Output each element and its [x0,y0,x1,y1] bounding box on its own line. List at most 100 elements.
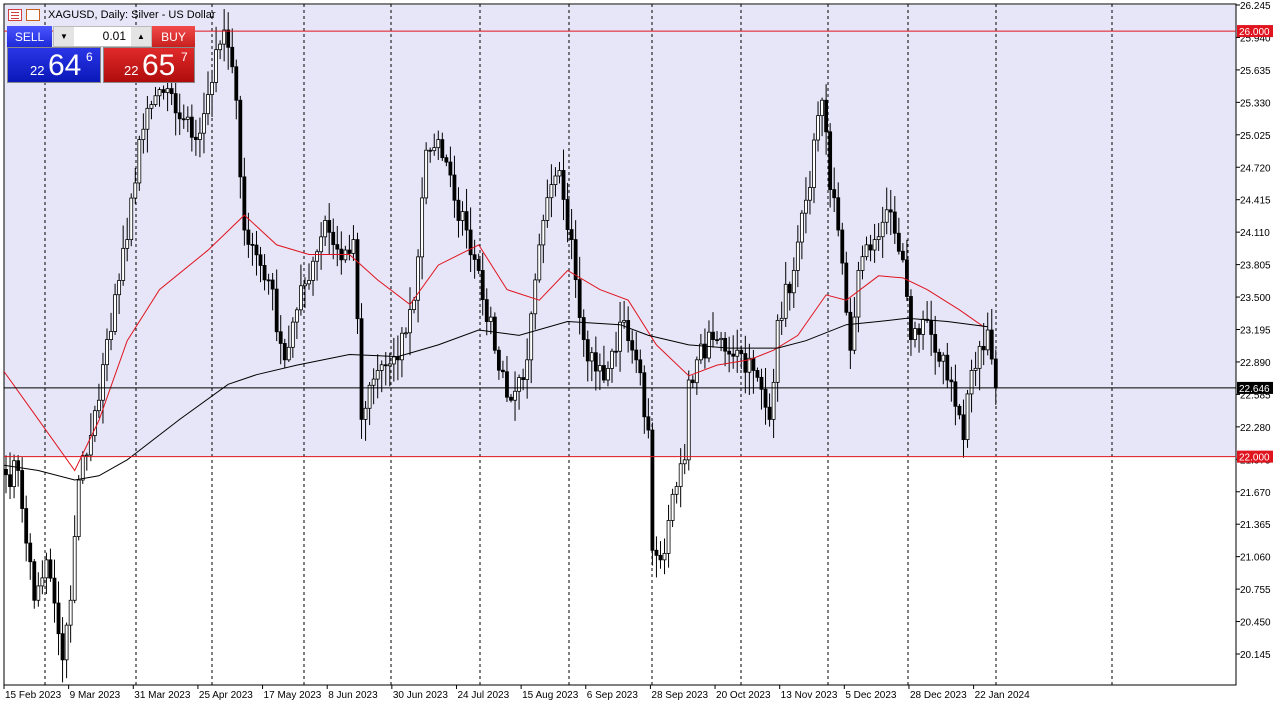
candle-body [299,286,302,310]
level-price-label: 22.000 [1239,453,1270,464]
candle-body [853,317,856,350]
candle-body [388,364,391,366]
candle [85,453,88,471]
ask-big: 65 [142,49,175,83]
y-tick-label: 22.890 [1240,358,1271,369]
candle [49,549,52,582]
candle-body [813,140,816,188]
candle-body [990,330,993,359]
candle-body [312,261,315,280]
list-icon[interactable] [8,9,22,21]
candle [360,303,363,439]
x-tick-label: 6 Sep 2023 [587,690,639,701]
candle-body [918,329,921,335]
candle-body [267,280,270,281]
candle-body [324,220,327,236]
candle-body [243,177,246,230]
candle-body [865,245,868,257]
candle [29,533,32,580]
candle [138,136,141,191]
candle-body [833,190,836,198]
y-tick-label: 26.245 [1240,1,1271,12]
ask-price-button[interactable]: 22 65 7 [103,47,195,83]
volume-stepper[interactable]: ▼ 0.01 ▲ [53,26,152,47]
candle-body [712,332,715,339]
candle-body [897,233,900,251]
candle-body [934,334,937,352]
candle-body [215,50,218,83]
candle-body [316,252,319,262]
candle-body [239,100,242,177]
candle-body [950,380,953,382]
candle-body [522,378,525,380]
price-chart[interactable]: 26.24525.94025.63525.33025.02524.72024.4… [0,0,1286,708]
candle-body [615,351,618,352]
y-tick-label: 22.280 [1240,423,1271,434]
candle-body [13,461,16,487]
candle-body [841,230,844,263]
candle-body [372,379,375,385]
candle-body [905,260,908,297]
candle-body [994,359,997,388]
candle-body [849,312,852,350]
candle-body [829,132,832,190]
candle-body [768,407,771,419]
level-price-label: 26.000 [1239,27,1270,38]
bid-price-button[interactable]: 22 64 6 [7,47,101,83]
candle-body [598,366,601,371]
candle-body [970,370,973,393]
candle-body [825,100,828,132]
candle-body [33,562,36,601]
candle-body [392,357,395,364]
candle-body [263,265,266,279]
candle-body [493,317,496,350]
candle-body [550,185,553,198]
candle-body [380,365,383,371]
candle [73,515,76,603]
x-tick-label: 9 Mar 2023 [70,690,121,701]
sell-button[interactable]: SELL [7,26,52,47]
volume-decrease-button[interactable]: ▼ [54,27,74,46]
bid-sup: 6 [86,50,93,64]
candle-body [469,230,472,255]
candle-body [473,255,476,260]
candle-body [938,352,941,361]
candle [25,496,28,562]
candle-body [17,461,20,471]
candle [57,581,60,655]
candle-body [122,248,125,280]
candle-body [562,170,565,199]
triangle-down-icon: ▼ [60,32,68,41]
volume-input[interactable]: 0.01 [74,27,131,46]
y-tick-label: 25.025 [1240,131,1271,142]
candle-body [41,578,44,586]
candle-body [85,455,88,456]
candle-body [590,353,593,361]
candle-body [720,338,723,339]
candle-body [146,108,149,129]
candle-body [114,295,117,332]
ask-sup: 7 [181,50,188,64]
buy-button[interactable]: BUY [152,26,195,47]
triangle-up-icon: ▲ [137,32,145,41]
candle-body [740,350,743,353]
x-tick-label: 24 Jul 2023 [457,690,509,701]
volume-increase-button[interactable]: ▲ [131,27,151,46]
candle-body [881,222,884,236]
candle-body [65,625,68,660]
candle-body [336,245,339,250]
candle-body [275,289,278,332]
candle-body [663,553,666,559]
x-tick-label: 31 Mar 2023 [134,690,191,701]
candle [130,193,133,246]
objects-icon[interactable] [26,9,40,21]
candle-body [126,240,129,249]
candle-body [647,417,650,430]
candle-body [97,400,100,410]
candle-body [421,198,424,257]
y-tick-label: 20.145 [1240,650,1271,661]
candle-body [21,470,24,508]
candle [69,585,72,642]
candle-body [437,140,440,148]
candle-body [166,89,169,93]
